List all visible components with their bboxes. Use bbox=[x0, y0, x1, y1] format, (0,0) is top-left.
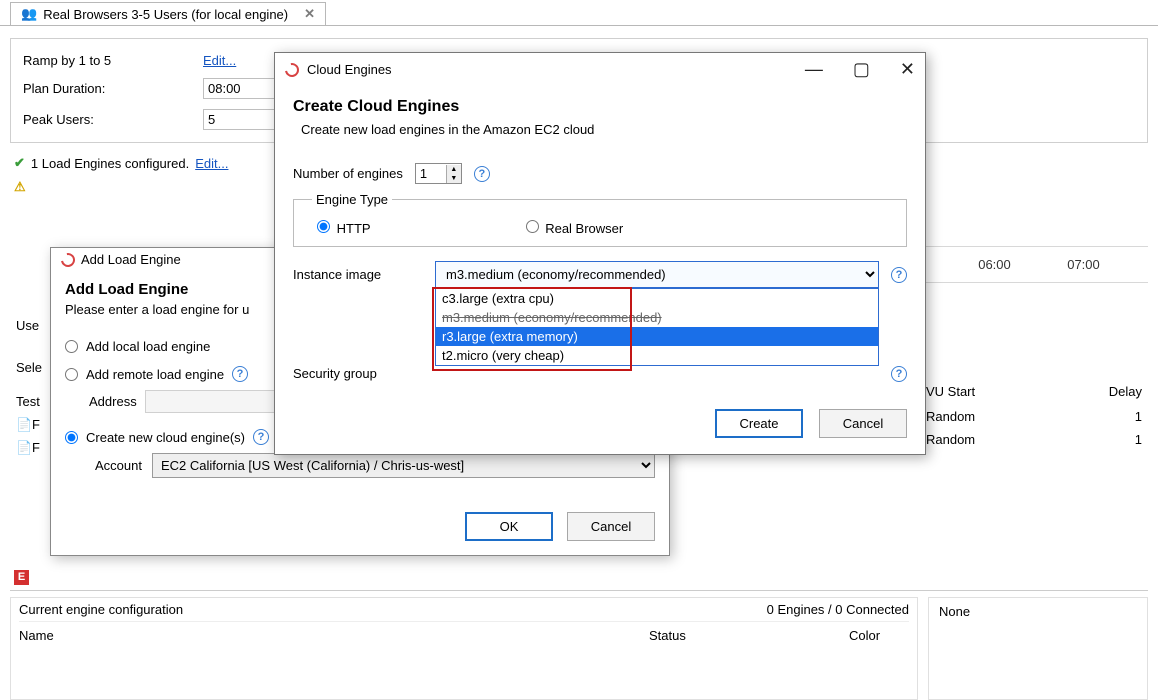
select-label: Sele bbox=[16, 360, 42, 375]
col-name: Name bbox=[19, 628, 649, 643]
radio-http[interactable] bbox=[317, 220, 330, 233]
radio-real-browser[interactable] bbox=[526, 220, 539, 233]
duration-label: Plan Duration: bbox=[23, 81, 203, 96]
cloud-dialog-titlebar: Cloud Engines — ▢ ✕ bbox=[275, 53, 925, 98]
radio-cloud-label: Create new cloud engine(s) bbox=[86, 430, 245, 445]
help-icon[interactable]: ? bbox=[891, 366, 907, 382]
cell-delay: 1 bbox=[1135, 409, 1142, 424]
status-edit-link[interactable]: Edit... bbox=[195, 156, 228, 171]
maximize-icon[interactable]: ▢ bbox=[853, 59, 870, 80]
tab-close-icon[interactable]: ✕ bbox=[304, 6, 315, 22]
spin-up-icon[interactable]: ▲ bbox=[447, 165, 461, 174]
window-controls: — ▢ ✕ bbox=[805, 59, 915, 80]
radio-local[interactable] bbox=[65, 340, 78, 353]
tab-title: Real Browsers 3-5 Users (for local engin… bbox=[43, 7, 288, 22]
cloud-dialog-buttons: Create Cancel bbox=[275, 393, 925, 454]
spin-down-icon[interactable]: ▼ bbox=[447, 174, 461, 183]
close-icon[interactable]: ✕ bbox=[900, 59, 915, 80]
peak-label: Peak Users: bbox=[23, 112, 203, 127]
radio-http-row[interactable]: HTTP bbox=[312, 217, 371, 236]
swirl-icon bbox=[58, 250, 77, 269]
help-icon[interactable]: ? bbox=[253, 429, 269, 445]
warn-icon: ⚠ bbox=[14, 179, 26, 195]
ramp-label: Ramp by 1 to 5 bbox=[23, 53, 203, 68]
error-badge[interactable]: E bbox=[14, 570, 29, 585]
engine-right-title: None bbox=[939, 604, 970, 619]
cloud-dialog-head: Create Cloud Engines Create new load eng… bbox=[275, 98, 925, 137]
help-icon[interactable]: ? bbox=[474, 166, 490, 182]
engine-panel: Current engine configuration 0 Engines /… bbox=[10, 590, 1148, 700]
cancel-button[interactable]: Cancel bbox=[567, 512, 655, 541]
address-label: Address bbox=[89, 394, 137, 409]
dropdown-option[interactable]: t2.micro (very cheap) bbox=[436, 346, 878, 365]
account-select[interactable]: EC2 California [US West (California) / C… bbox=[152, 453, 655, 478]
num-engines-input[interactable] bbox=[416, 164, 446, 183]
cloud-dialog-body: Number of engines ▲ ▼ ? Engine Type HTTP bbox=[275, 157, 925, 393]
cloud-dialog-title: Cloud Engines bbox=[307, 62, 392, 77]
help-icon[interactable]: ? bbox=[232, 366, 248, 382]
add-dialog-title: Add Load Engine bbox=[81, 252, 181, 267]
minimize-icon[interactable]: — bbox=[805, 59, 823, 80]
num-engines-stepper[interactable]: ▲ ▼ bbox=[415, 163, 462, 184]
status-ok-text: 1 Load Engines configured. bbox=[31, 156, 189, 171]
engine-panel-left: Current engine configuration 0 Engines /… bbox=[10, 597, 918, 700]
dropdown-option[interactable]: c3.large (extra cpu) bbox=[436, 289, 878, 308]
radio-real-label: Real Browser bbox=[545, 221, 623, 236]
instance-image-select[interactable]: m3.medium (economy/recommended) bbox=[435, 261, 879, 288]
use-label: Use bbox=[16, 318, 39, 333]
engine-panel-title: Current engine configuration bbox=[19, 602, 183, 617]
cloud-dialog-heading: Create Cloud Engines bbox=[293, 98, 907, 116]
radio-remote[interactable] bbox=[65, 368, 78, 381]
swirl-icon bbox=[282, 60, 301, 79]
instance-image-label: Instance image bbox=[293, 267, 423, 282]
engine-type-legend: Engine Type bbox=[312, 192, 392, 207]
account-row: Account EC2 California [US West (Califor… bbox=[65, 451, 655, 492]
engine-type-group: Engine Type HTTP Real Browser bbox=[293, 192, 907, 247]
dropdown-option[interactable]: m3.medium (economy/recommended) bbox=[436, 308, 878, 327]
cloud-dialog-subhead: Create new load engines in the Amazon EC… bbox=[301, 122, 907, 137]
instance-image-select-wrap: m3.medium (economy/recommended) c3.large… bbox=[435, 261, 879, 288]
instance-image-row: Instance image m3.medium (economy/recomm… bbox=[293, 255, 907, 294]
add-dialog-buttons: OK Cancel bbox=[51, 502, 669, 555]
instance-image-dropdown: c3.large (extra cpu) m3.medium (economy/… bbox=[435, 288, 879, 366]
col-color: Color bbox=[849, 628, 909, 643]
cloud-engines-dialog: Cloud Engines — ▢ ✕ Create Cloud Engines… bbox=[274, 52, 926, 455]
dropdown-option-selected[interactable]: r3.large (extra memory) bbox=[436, 327, 878, 346]
col-status: Status bbox=[649, 628, 849, 643]
engine-panel-status: 0 Engines / 0 Connected bbox=[767, 602, 909, 617]
radio-real-row[interactable]: Real Browser bbox=[521, 217, 624, 236]
tab-bar: 👥 Real Browsers 3-5 Users (for local eng… bbox=[0, 0, 1158, 25]
radio-local-label: Add local load engine bbox=[86, 339, 210, 354]
cell-vu: Random bbox=[926, 432, 1076, 447]
num-engines-label: Number of engines bbox=[293, 166, 403, 181]
num-engines-row: Number of engines ▲ ▼ ? bbox=[293, 157, 907, 190]
tick-0600: 06:00 bbox=[950, 257, 1039, 272]
tick-0700: 07:00 bbox=[1039, 257, 1128, 272]
radio-remote-label: Add remote load engine bbox=[86, 367, 224, 382]
radio-http-label: HTTP bbox=[337, 221, 371, 236]
help-icon[interactable]: ? bbox=[891, 267, 907, 283]
create-button[interactable]: Create bbox=[715, 409, 803, 438]
hdr-delay: Delay bbox=[1109, 384, 1142, 399]
hdr-vu-start: VU Start bbox=[926, 384, 1076, 399]
security-group-label: Security group bbox=[293, 366, 423, 381]
cell-delay: 1 bbox=[1135, 432, 1142, 447]
engine-panel-right: None bbox=[928, 597, 1148, 700]
account-label: Account bbox=[95, 458, 142, 473]
people-icon: 👥 bbox=[21, 6, 37, 22]
cancel-button[interactable]: Cancel bbox=[819, 409, 907, 438]
ok-button[interactable]: OK bbox=[465, 512, 553, 541]
check-icon: ✔ bbox=[14, 155, 25, 171]
radio-cloud[interactable] bbox=[65, 431, 78, 444]
tab-active[interactable]: 👥 Real Browsers 3-5 Users (for local eng… bbox=[10, 2, 326, 25]
cell-vu: Random bbox=[926, 409, 1076, 424]
